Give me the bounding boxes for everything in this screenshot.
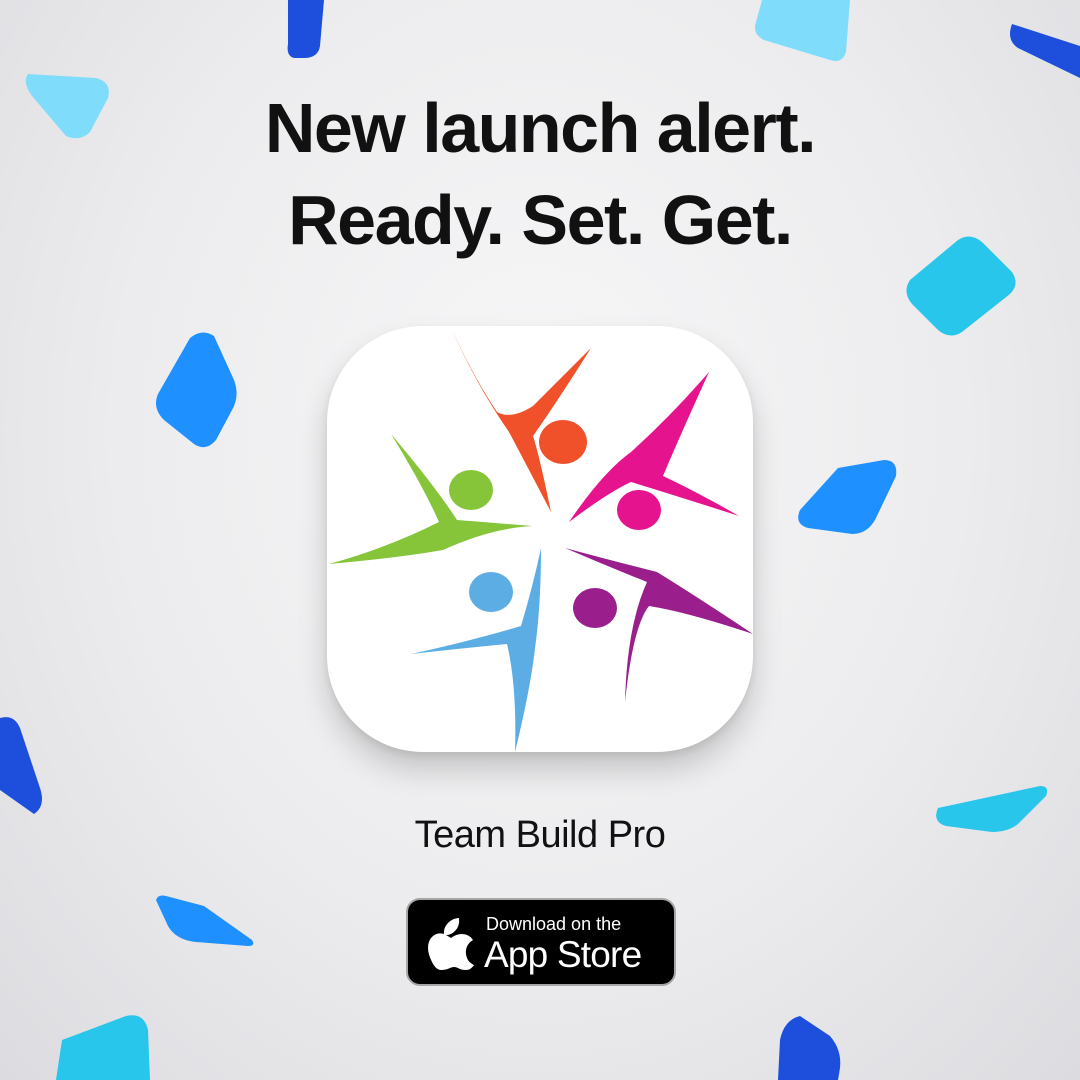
headline-line-1: New launch alert. [264, 89, 817, 167]
confetti-piece [287, 0, 324, 58]
headline-line-2: Ready. Set. Get. [288, 181, 793, 259]
headline: New launch alert. Ready. Set. Get. [0, 82, 1080, 266]
confetti-piece [1010, 24, 1080, 78]
confetti-piece [56, 1015, 150, 1080]
app-name: Team Build Pro [414, 814, 666, 856]
figure-blue-head [469, 572, 513, 612]
confetti-piece [755, 0, 850, 61]
team-build-pro-app-icon[interactable] [327, 326, 753, 752]
figure-magenta-head [617, 490, 661, 530]
confetti-piece [798, 460, 897, 534]
badge-line-2: App Store [484, 934, 642, 975]
badge-line-1: Download on the [486, 914, 622, 934]
figure-green [329, 434, 533, 564]
figure-green-head [449, 470, 493, 510]
confetti-piece [778, 1016, 841, 1080]
figure-orange-head [539, 420, 587, 464]
confetti-piece [0, 717, 42, 814]
team-figures-logo [329, 328, 753, 752]
confetti-piece [156, 332, 237, 448]
apple-logo-icon [428, 918, 474, 970]
confetti-piece [156, 895, 254, 946]
figure-purple-head [573, 588, 617, 628]
app-store-badge[interactable]: Download on the App Store [406, 898, 676, 986]
